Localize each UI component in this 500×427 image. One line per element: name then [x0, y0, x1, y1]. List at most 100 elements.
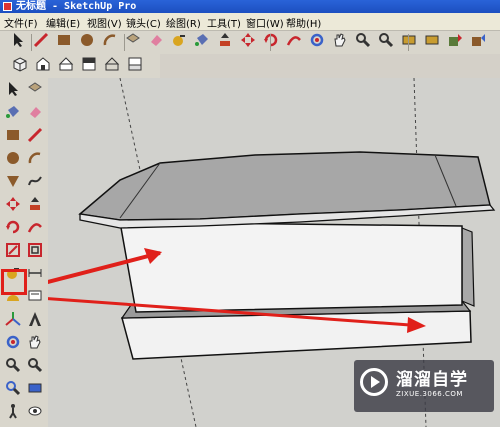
dimension-icon [27, 265, 43, 285]
circle-icon [5, 150, 21, 170]
make-component-tool-button[interactable] [123, 32, 143, 52]
top-view-icon [35, 56, 51, 76]
dimension-tool-button[interactable] [25, 265, 45, 285]
offset-tool-button[interactable] [25, 242, 45, 262]
zoom-extents-icon [5, 380, 21, 400]
offset-icon [27, 242, 43, 262]
model-body-front[interactable] [119, 221, 463, 313]
front-view-tool-button[interactable] [56, 56, 76, 76]
move-tool-button[interactable] [3, 196, 23, 216]
polygon-tool-button[interactable] [3, 173, 23, 193]
walk-tool-button[interactable] [3, 403, 23, 423]
arc-icon [102, 32, 118, 52]
menu-camera[interactable]: 镜头(C) [126, 15, 161, 30]
get-models-tool-button[interactable] [445, 32, 465, 52]
pan-hand-tool-button[interactable] [330, 32, 350, 52]
zoom-window-tool-button[interactable] [25, 357, 45, 377]
arc-tool-button[interactable] [100, 32, 120, 52]
main-toolbar [0, 31, 500, 54]
left-view-tool-button[interactable] [125, 56, 145, 76]
push-pull-tool-button[interactable] [25, 196, 45, 216]
circle-tool-button[interactable] [77, 32, 97, 52]
select-arrow-tool-button[interactable] [8, 32, 28, 52]
rectangle-tool-button[interactable] [54, 32, 74, 52]
pan-hand-tool-button[interactable] [25, 334, 45, 354]
right-view-icon [81, 56, 97, 76]
freehand-tool-button[interactable] [25, 173, 45, 193]
menu-file[interactable]: 文件(F) [4, 15, 38, 30]
follow-me-icon [286, 32, 302, 52]
rotate-tool-button[interactable] [3, 219, 23, 239]
model-body-side[interactable] [461, 227, 475, 307]
arc-tool-button[interactable] [25, 150, 45, 170]
menu-window[interactable]: 窗口(W) [246, 15, 284, 30]
previous-view-tool-button[interactable] [399, 32, 419, 52]
3d-text-tool-button[interactable] [25, 311, 45, 331]
scale-tool-button[interactable] [3, 242, 23, 262]
orbit-tool-button[interactable] [3, 334, 23, 354]
menu-view[interactable]: 视图(V) [87, 15, 122, 30]
rectangle-icon [5, 127, 21, 147]
menu-help[interactable]: 帮助(H) [286, 15, 321, 30]
menu-edit[interactable]: 编辑(E) [46, 15, 80, 30]
toolbar-separator [270, 34, 271, 51]
move-icon [240, 32, 256, 52]
follow-me-tool-button[interactable] [284, 32, 304, 52]
rectangle-tool-button[interactable] [3, 127, 23, 147]
text-tool-button[interactable] [25, 288, 45, 308]
iso-view-tool-button[interactable] [10, 56, 30, 76]
look-around-icon [27, 403, 43, 423]
make-component-icon [125, 32, 141, 52]
orbit-tool-button[interactable] [307, 32, 327, 52]
zoom-extents-tool-button[interactable] [376, 32, 396, 52]
rectangle-icon [56, 32, 72, 52]
push-pull-tool-button[interactable] [215, 32, 235, 52]
make-component-tool-button[interactable] [25, 81, 45, 101]
views-toolbar [0, 54, 160, 78]
iso-view-icon [12, 56, 28, 76]
tape-measure-tool-button[interactable] [169, 32, 189, 52]
zoom-extents-tool-button[interactable] [3, 380, 23, 400]
previous-view-tool-button[interactable] [25, 380, 45, 400]
paint-bucket-tool-button[interactable] [3, 104, 23, 124]
line-pencil-tool-button[interactable] [25, 127, 45, 147]
menu-draw[interactable]: 绘图(R) [166, 15, 201, 30]
select-arrow-icon [10, 32, 26, 52]
make-component-icon [27, 81, 43, 101]
right-view-tool-button[interactable] [79, 56, 99, 76]
play-logo-icon [360, 368, 388, 396]
rotate-tool-button[interactable] [261, 32, 281, 52]
look-around-tool-button[interactable] [25, 403, 45, 423]
next-view-icon [424, 32, 440, 52]
eraser-tool-button[interactable] [146, 32, 166, 52]
orbit-icon [309, 32, 325, 52]
toolbar-separator [124, 34, 125, 51]
menu-tools[interactable]: 工具(T) [207, 15, 241, 30]
text-icon [27, 288, 43, 308]
zoom-tool-button[interactable] [3, 357, 23, 377]
title-bar: 无标题 - SketchUp Pro [0, 0, 500, 13]
next-view-tool-button[interactable] [422, 32, 442, 52]
window-title: 无标题 - SketchUp Pro [16, 1, 137, 12]
move-tool-button[interactable] [238, 32, 258, 52]
eraser-tool-button[interactable] [25, 104, 45, 124]
top-view-tool-button[interactable] [33, 56, 53, 76]
rotate-icon [5, 219, 21, 239]
line-pencil-icon [27, 127, 43, 147]
line-pencil-icon [33, 32, 49, 52]
menu-bar: 文件(F) 编辑(E) 视图(V) 镜头(C) 绘图(R) 工具(T) 窗口(W… [0, 13, 500, 31]
freehand-icon [27, 173, 43, 193]
polygon-icon [5, 173, 21, 193]
share-model-tool-button[interactable] [468, 32, 488, 52]
back-view-tool-button[interactable] [102, 56, 122, 76]
paint-bucket-tool-button[interactable] [192, 32, 212, 52]
follow-me-icon [27, 219, 43, 239]
circle-tool-button[interactable] [3, 150, 23, 170]
line-pencil-tool-button[interactable] [31, 32, 51, 52]
select-arrow-tool-button[interactable] [3, 81, 23, 101]
axes-tool-button[interactable] [3, 311, 23, 331]
zoom-tool-button[interactable] [353, 32, 373, 52]
site-watermark: 溜溜自学 ZIXUE.3066.COM [354, 360, 494, 412]
previous-view-icon [401, 32, 417, 52]
follow-me-tool-button[interactable] [25, 219, 45, 239]
